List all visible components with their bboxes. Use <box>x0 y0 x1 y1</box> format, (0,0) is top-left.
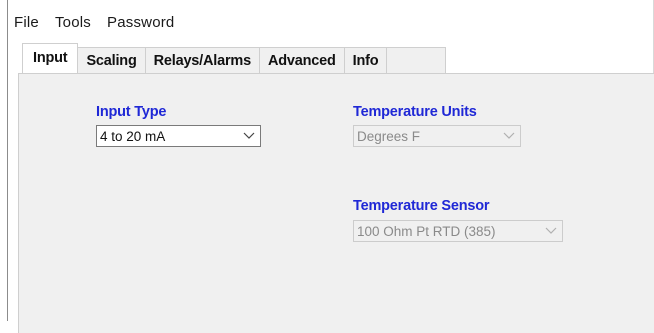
menu-file[interactable]: File <box>8 10 47 35</box>
tab-scaling[interactable]: Scaling <box>77 47 146 73</box>
tab-advanced[interactable]: Advanced <box>258 47 345 73</box>
temperature-sensor-label: Temperature Sensor <box>353 198 490 214</box>
menu-tools[interactable]: Tools <box>47 10 99 35</box>
temperature-units-label: Temperature Units <box>353 104 477 120</box>
window-left-border <box>7 0 8 321</box>
temperature-sensor-value: 100 Ohm Pt RTD (385) <box>357 223 496 239</box>
application-window: File Tools Password Input Type 4 to 20 m… <box>0 0 654 333</box>
temperature-units-dropdown[interactable]: Degrees F <box>353 125 521 147</box>
tab-strip-filler <box>386 47 447 73</box>
temperature-sensor-dropdown[interactable]: 100 Ohm Pt RTD (385) <box>353 220 563 242</box>
menu-bar: File Tools Password <box>8 8 182 36</box>
input-type-label: Input Type <box>96 104 167 120</box>
chevron-down-icon[interactable] <box>238 126 260 146</box>
tab-relays-alarms[interactable]: Relays/Alarms <box>144 47 260 73</box>
menu-password[interactable]: Password <box>99 10 182 35</box>
input-type-value: 4 to 20 mA <box>100 128 166 144</box>
tab-input[interactable]: Input <box>22 43 79 73</box>
tab-panel-input: Input Type 4 to 20 mA Temperature Units … <box>18 73 654 333</box>
chevron-down-icon[interactable] <box>540 221 562 241</box>
temperature-units-value: Degrees F <box>357 128 421 144</box>
tab-info[interactable]: Info <box>343 47 388 73</box>
chevron-down-icon[interactable] <box>498 126 520 146</box>
input-type-dropdown[interactable]: 4 to 20 mA <box>96 125 261 147</box>
tab-strip: Input Scaling Relays/Alarms Advanced Inf… <box>22 43 447 73</box>
